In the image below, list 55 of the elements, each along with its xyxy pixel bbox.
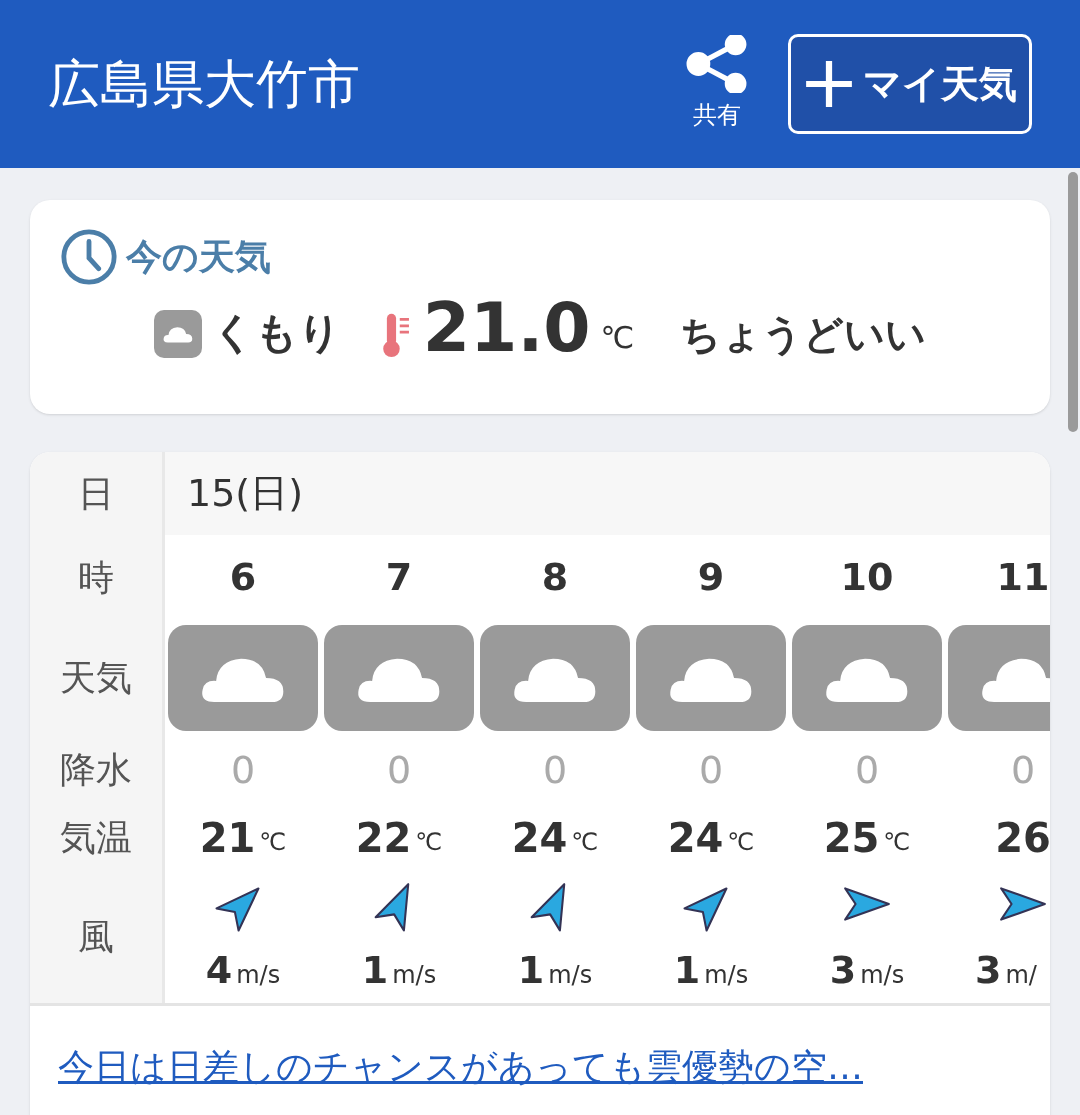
- temperature-unit: ℃: [415, 826, 443, 858]
- my-weather-button[interactable]: マイ天気: [788, 34, 1032, 134]
- row-label: 日: [78, 471, 114, 516]
- current-temperature: 21.0: [422, 294, 591, 362]
- row-label: 降水: [60, 748, 132, 792]
- wind-speed-unit: m/s: [860, 959, 905, 991]
- current-weather-heading: 今の天気: [126, 235, 271, 279]
- hour-label: 7: [385, 554, 413, 601]
- wind-speed-unit: m/s: [392, 959, 437, 991]
- wind-speed-unit: m/s: [704, 959, 749, 991]
- precipitation-value: 0: [1010, 746, 1036, 794]
- precipitation-value: 0: [854, 746, 880, 794]
- hour-label: 6: [229, 554, 257, 601]
- wind-speed-value: 1: [673, 947, 701, 994]
- wind-speed-value: 1: [361, 947, 389, 994]
- wind-speed-value: 4: [205, 947, 233, 994]
- temperature-value: 24: [667, 813, 724, 863]
- temperature-unit: ℃: [259, 826, 287, 858]
- feels-like-text: ちょうどいい: [680, 310, 927, 359]
- forecast-summary-link[interactable]: 今日は日差しのチャンスがあっても雲優勢の空…: [58, 1046, 863, 1087]
- row-label: 気温: [60, 815, 132, 860]
- temperature-value: 22: [355, 813, 412, 863]
- precipitation-value: 0: [230, 746, 256, 794]
- date-label: 15(日): [187, 470, 303, 517]
- precipitation-value: 0: [386, 746, 412, 794]
- temperature-unit: ℃: [571, 826, 599, 858]
- row-label: 天気: [60, 655, 132, 700]
- temperature-unit: ℃: [600, 319, 635, 357]
- wind-speed-value: 3: [975, 947, 1002, 994]
- precipitation-value: 0: [698, 746, 724, 794]
- wind-speed-unit: m/s: [236, 959, 281, 991]
- temperature-value: 24: [511, 813, 568, 863]
- row-label: 時: [78, 555, 114, 600]
- wind-speed-unit: m/s: [548, 959, 593, 991]
- temperature-value: 25: [823, 813, 880, 863]
- precipitation-value: 0: [542, 746, 568, 794]
- temperature-unit: ℃: [883, 826, 911, 858]
- page-title: 広島県大竹市: [48, 53, 361, 116]
- wind-speed-value: 3: [829, 947, 857, 994]
- temperature-unit: ℃: [727, 826, 755, 858]
- share-icon: [686, 35, 748, 93]
- temperature-value: 26: [995, 813, 1050, 863]
- cloudy-icon: [153, 310, 202, 358]
- weather-condition: くもり: [211, 307, 341, 359]
- wind-speed-value: 1: [517, 947, 545, 994]
- hour-label: 9: [697, 554, 725, 601]
- hour-label: 10: [840, 554, 894, 601]
- share-button[interactable]: 共有: [686, 35, 748, 133]
- wind-speed-unit: m/: [1005, 959, 1037, 991]
- hour-label: 8: [541, 554, 569, 601]
- row-label: 風: [78, 914, 114, 959]
- hour-label: 11: [996, 554, 1050, 601]
- temperature-value: 21: [199, 813, 256, 863]
- plus-icon: [803, 58, 855, 110]
- clock-icon: [60, 228, 118, 286]
